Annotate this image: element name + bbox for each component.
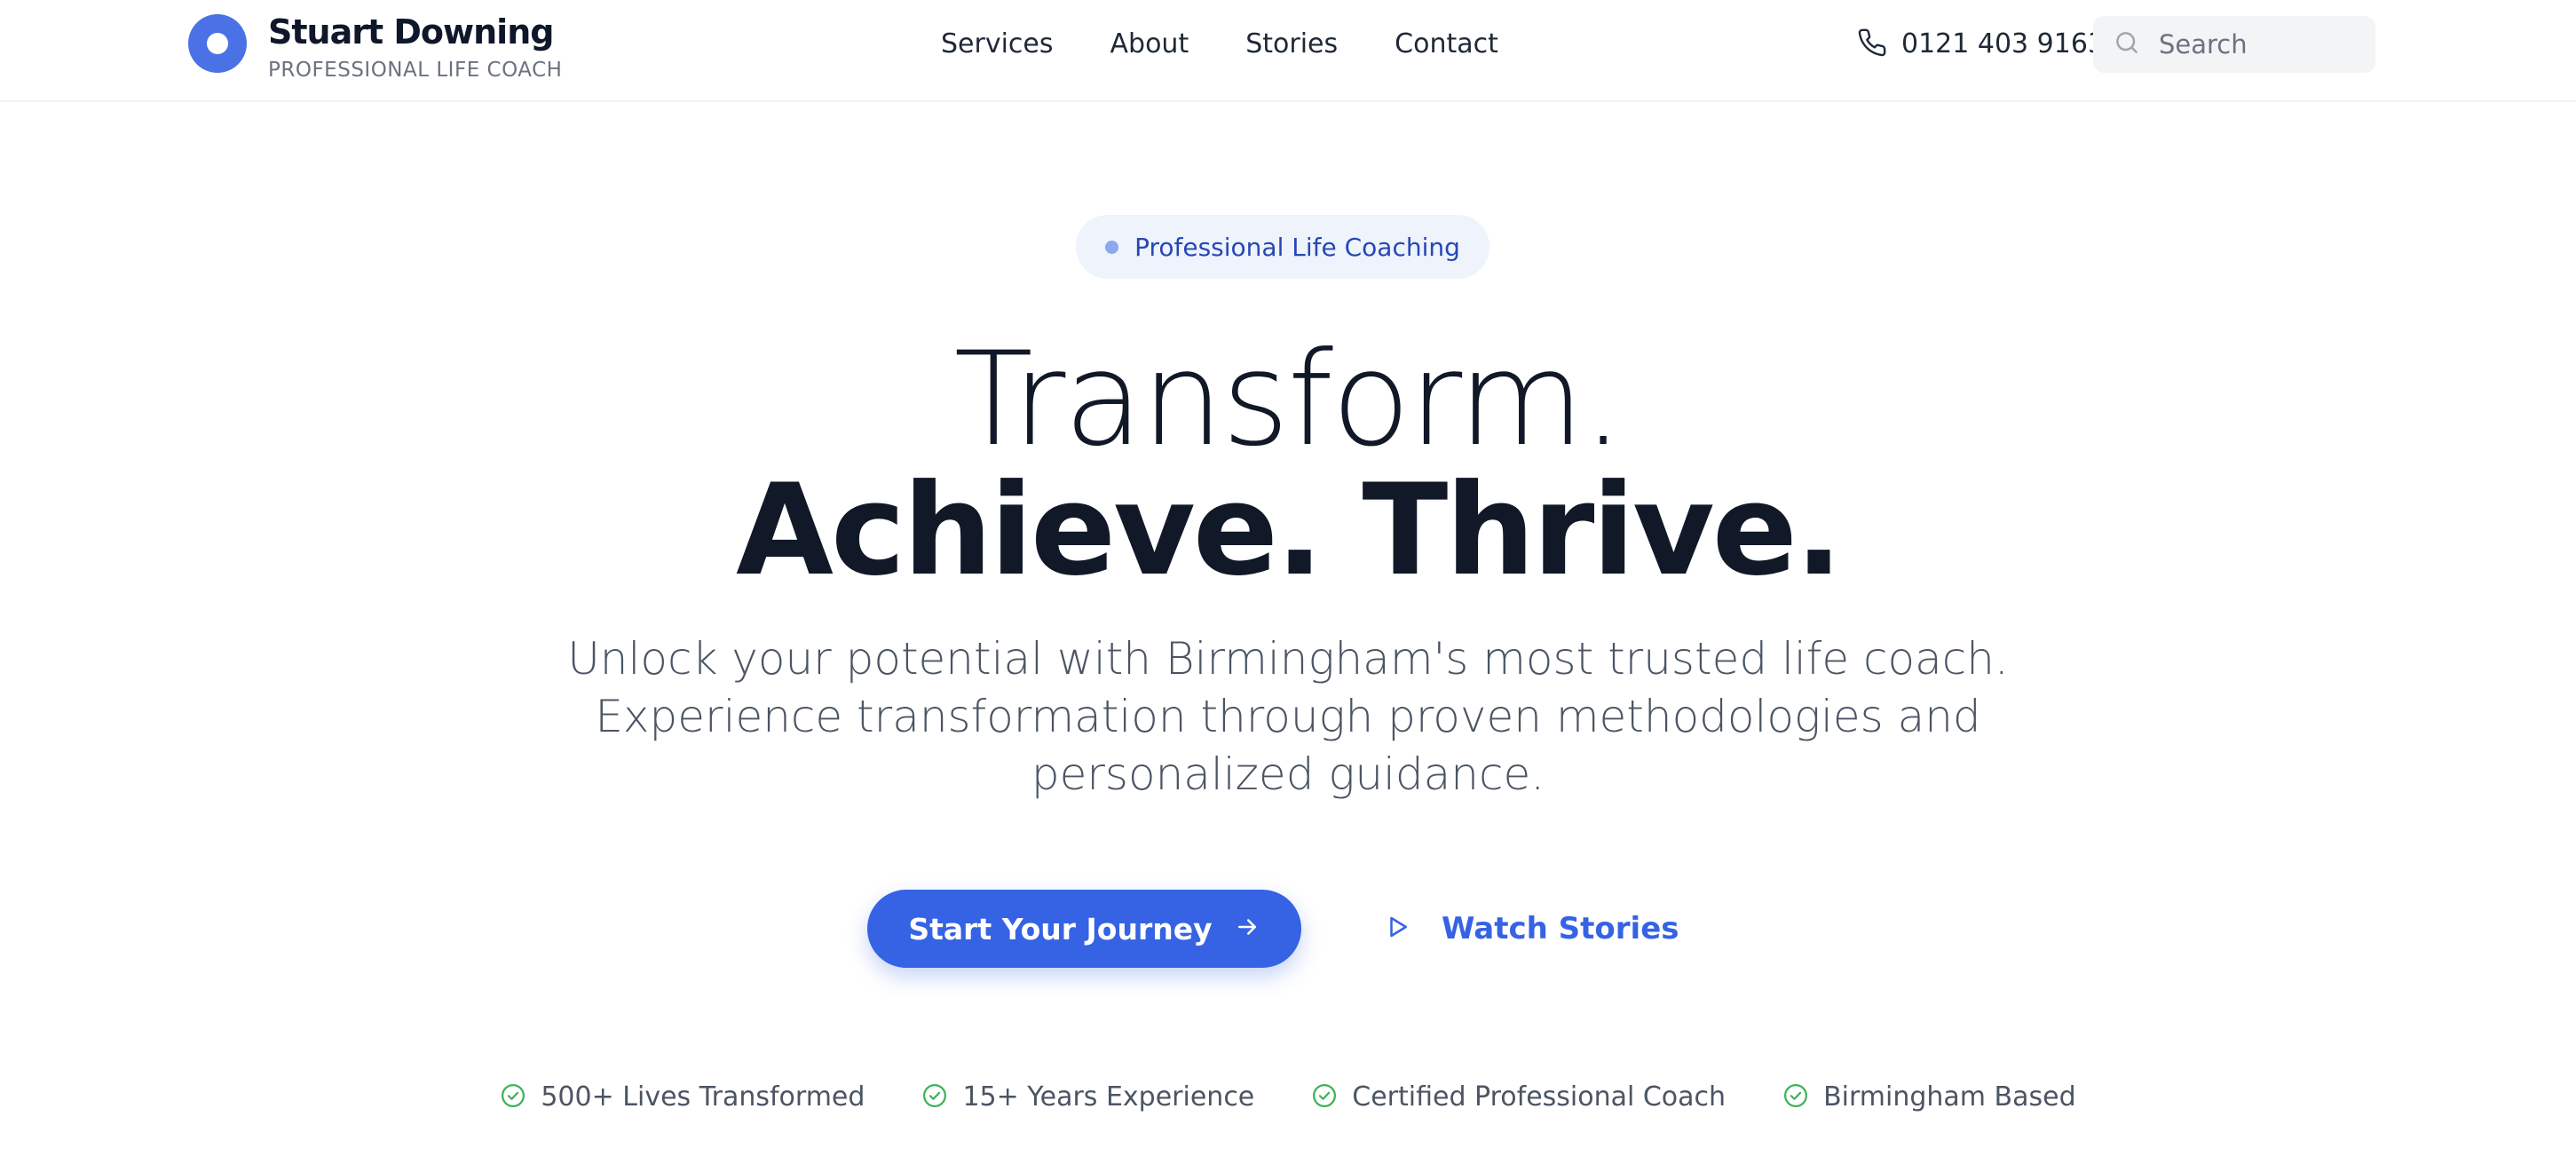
- check-circle-icon: [1782, 1082, 1809, 1113]
- brand-text: Stuart Downing PROFESSIONAL LIFE COACH: [268, 14, 562, 82]
- badge-label: 15+ Years Experience: [962, 1081, 1255, 1113]
- brand-logo-icon[interactable]: [188, 14, 247, 73]
- badge-label: Birmingham Based: [1823, 1081, 2076, 1113]
- pill-dot-icon: [1105, 240, 1119, 254]
- pill-label: Professional Life Coaching: [1134, 232, 1460, 262]
- badge-lives: 500+ Lives Transformed: [500, 1080, 865, 1115]
- check-circle-icon: [500, 1082, 526, 1113]
- badge-experience: 15+ Years Experience: [921, 1080, 1254, 1115]
- play-icon: [1385, 914, 1411, 944]
- check-circle-icon: [1311, 1082, 1338, 1113]
- brand-tagline: PROFESSIONAL LIFE COACH: [268, 59, 563, 82]
- phone-icon: [1857, 28, 1887, 61]
- watch-stories-button[interactable]: Watch Stories: [1385, 897, 1679, 961]
- nav-services[interactable]: Services: [941, 27, 1054, 62]
- badge-label: Certified Professional Coach: [1352, 1081, 1727, 1113]
- phone-link[interactable]: 0121 403 9163: [1857, 27, 2105, 62]
- page: Stuart Downing PROFESSIONAL LIFE COACH S…: [0, 0, 2576, 1172]
- arrow-right-icon: [1234, 914, 1260, 944]
- phone-number: 0121 403 9163: [1901, 28, 2106, 59]
- start-journey-button[interactable]: Start Your Journey: [867, 890, 1301, 968]
- search-icon: [2113, 28, 2141, 60]
- hero-subtitle: Unlock your potential with Birmingham's …: [567, 633, 2009, 800]
- badge-label: 500+ Lives Transformed: [541, 1081, 865, 1113]
- search-input[interactable]: [2159, 29, 2372, 59]
- hero-pill: Professional Life Coaching: [1076, 215, 1489, 279]
- check-circle-icon: [921, 1082, 948, 1113]
- headline-light: Transform.: [953, 324, 1624, 475]
- start-journey-label: Start Your Journey: [908, 911, 1213, 946]
- watch-stories-label: Watch Stories: [1442, 911, 1679, 946]
- site-header: Stuart Downing PROFESSIONAL LIFE COACH S…: [0, 0, 2576, 102]
- main-nav: Services About Stories Contact: [941, 27, 1498, 62]
- nav-about[interactable]: About: [1110, 27, 1189, 62]
- nav-contact[interactable]: Contact: [1395, 27, 1498, 62]
- badge-certified: Certified Professional Coach: [1311, 1080, 1726, 1115]
- badge-birmingham: Birmingham Based: [1782, 1080, 2076, 1115]
- trust-badges: 500+ Lives Transformed 15+ Years Experie…: [0, 1080, 2576, 1115]
- brand-name[interactable]: Stuart Downing: [268, 14, 562, 50]
- headline-bold: Achieve. Thrive.: [736, 457, 1843, 604]
- search-box: [2093, 16, 2375, 73]
- brand[interactable]: Stuart Downing PROFESSIONAL LIFE COACH: [188, 14, 562, 82]
- nav-stories[interactable]: Stories: [1245, 27, 1338, 62]
